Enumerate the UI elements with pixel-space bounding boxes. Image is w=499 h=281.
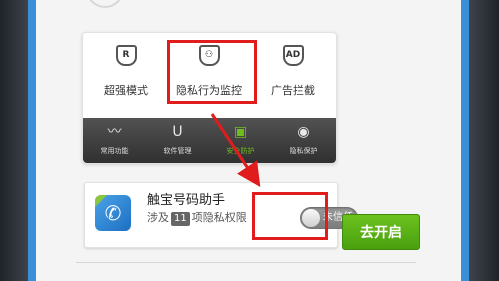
device-bezel-left bbox=[0, 0, 36, 281]
phone-screen: R 超强模式 ⚇ 隐私行为监控 AD 广告拦截 〰 常用功能 U 软件管理 ▣ … bbox=[36, 0, 461, 281]
annotation-arrow bbox=[210, 113, 261, 188]
device-bezel-right bbox=[461, 0, 499, 281]
